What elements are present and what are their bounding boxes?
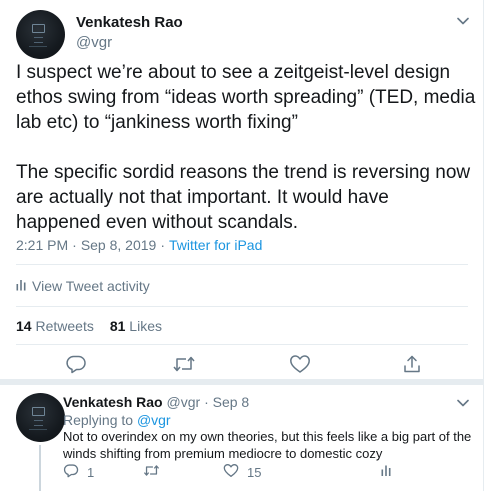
reply-icon [65, 354, 87, 379]
tweet-text: I suspect we’re about to see a zeitgeist… [16, 62, 476, 233]
tweet-page: Venkatesh Rao @vgr I suspect we’re about… [0, 0, 484, 491]
share-button[interactable] [400, 354, 424, 378]
reply-header: Venkatesh Rao @vgr · Sep 8 [63, 394, 250, 410]
likes-stat[interactable]: 81 Likes [110, 317, 162, 335]
reply-like-button[interactable]: 15 [223, 463, 261, 481]
replying-to-label: Replying to [63, 412, 134, 428]
tweet-source[interactable]: Twitter for iPad [169, 237, 262, 253]
reply-analytics-button[interactable] [381, 463, 391, 481]
heart-icon [223, 463, 239, 481]
view-activity-label: View Tweet activity [32, 278, 150, 294]
like-button[interactable] [288, 354, 312, 378]
tweet-stats: 14 Retweets 81 Likes [16, 317, 162, 335]
chevron-down-icon[interactable] [454, 12, 472, 30]
chevron-down-icon[interactable] [454, 394, 472, 412]
tweet-meta: 2:21 PM · Sep 8, 2019 · Twitter for iPad [16, 237, 263, 253]
retweet-button[interactable] [172, 354, 196, 378]
replying-to-mention[interactable]: @vgr [137, 412, 171, 428]
reply-text: Not to overindex on my own theories, but… [63, 429, 472, 461]
divider [16, 264, 468, 265]
reply-like-count: 15 [247, 464, 262, 480]
heart-icon [289, 354, 311, 379]
reply-count: 1 [87, 464, 95, 480]
author-block: Venkatesh Rao @vgr [76, 13, 183, 53]
retweets-stat[interactable]: 14 Retweets [16, 317, 94, 335]
like-label: Likes [129, 318, 162, 334]
view-activity-link[interactable]: View Tweet activity [16, 277, 150, 295]
like-count: 81 [109, 318, 126, 334]
retweet-icon [172, 354, 196, 379]
main-tweet: Venkatesh Rao @vgr I suspect we’re about… [0, 0, 484, 378]
analytics-icon [16, 277, 26, 295]
share-icon [402, 354, 422, 379]
reply-author-name[interactable]: Venkatesh Rao [63, 394, 163, 410]
tweet-actions [0, 354, 484, 378]
author-handle[interactable]: @vgr [76, 33, 183, 53]
reply-actions: 1 15 [63, 463, 463, 481]
tweet-date[interactable]: Sep 8, 2019 [81, 237, 157, 253]
author-name[interactable]: Venkatesh Rao [76, 13, 183, 33]
avatar[interactable] [16, 393, 65, 442]
retweet-count: 14 [16, 318, 32, 334]
retweet-icon [143, 463, 160, 481]
avatar[interactable] [16, 10, 65, 59]
reply-reply-button[interactable]: 1 [63, 463, 94, 481]
retweet-label: Retweets [35, 318, 94, 334]
reply-icon [63, 463, 79, 481]
reply-button[interactable] [64, 354, 88, 378]
reply-date[interactable]: Sep 8 [213, 394, 250, 410]
reply-retweet-button[interactable] [143, 463, 160, 481]
divider [16, 306, 468, 307]
tweet-time[interactable]: 2:21 PM [16, 237, 68, 253]
divider [16, 344, 468, 345]
thread-line [39, 445, 41, 491]
replying-to: Replying to @vgr [63, 411, 171, 429]
reply-tweet[interactable]: Venkatesh Rao @vgr · Sep 8 Replying to @… [0, 385, 484, 491]
analytics-icon [381, 464, 391, 480]
reply-author-handle[interactable]: @vgr [167, 394, 201, 410]
